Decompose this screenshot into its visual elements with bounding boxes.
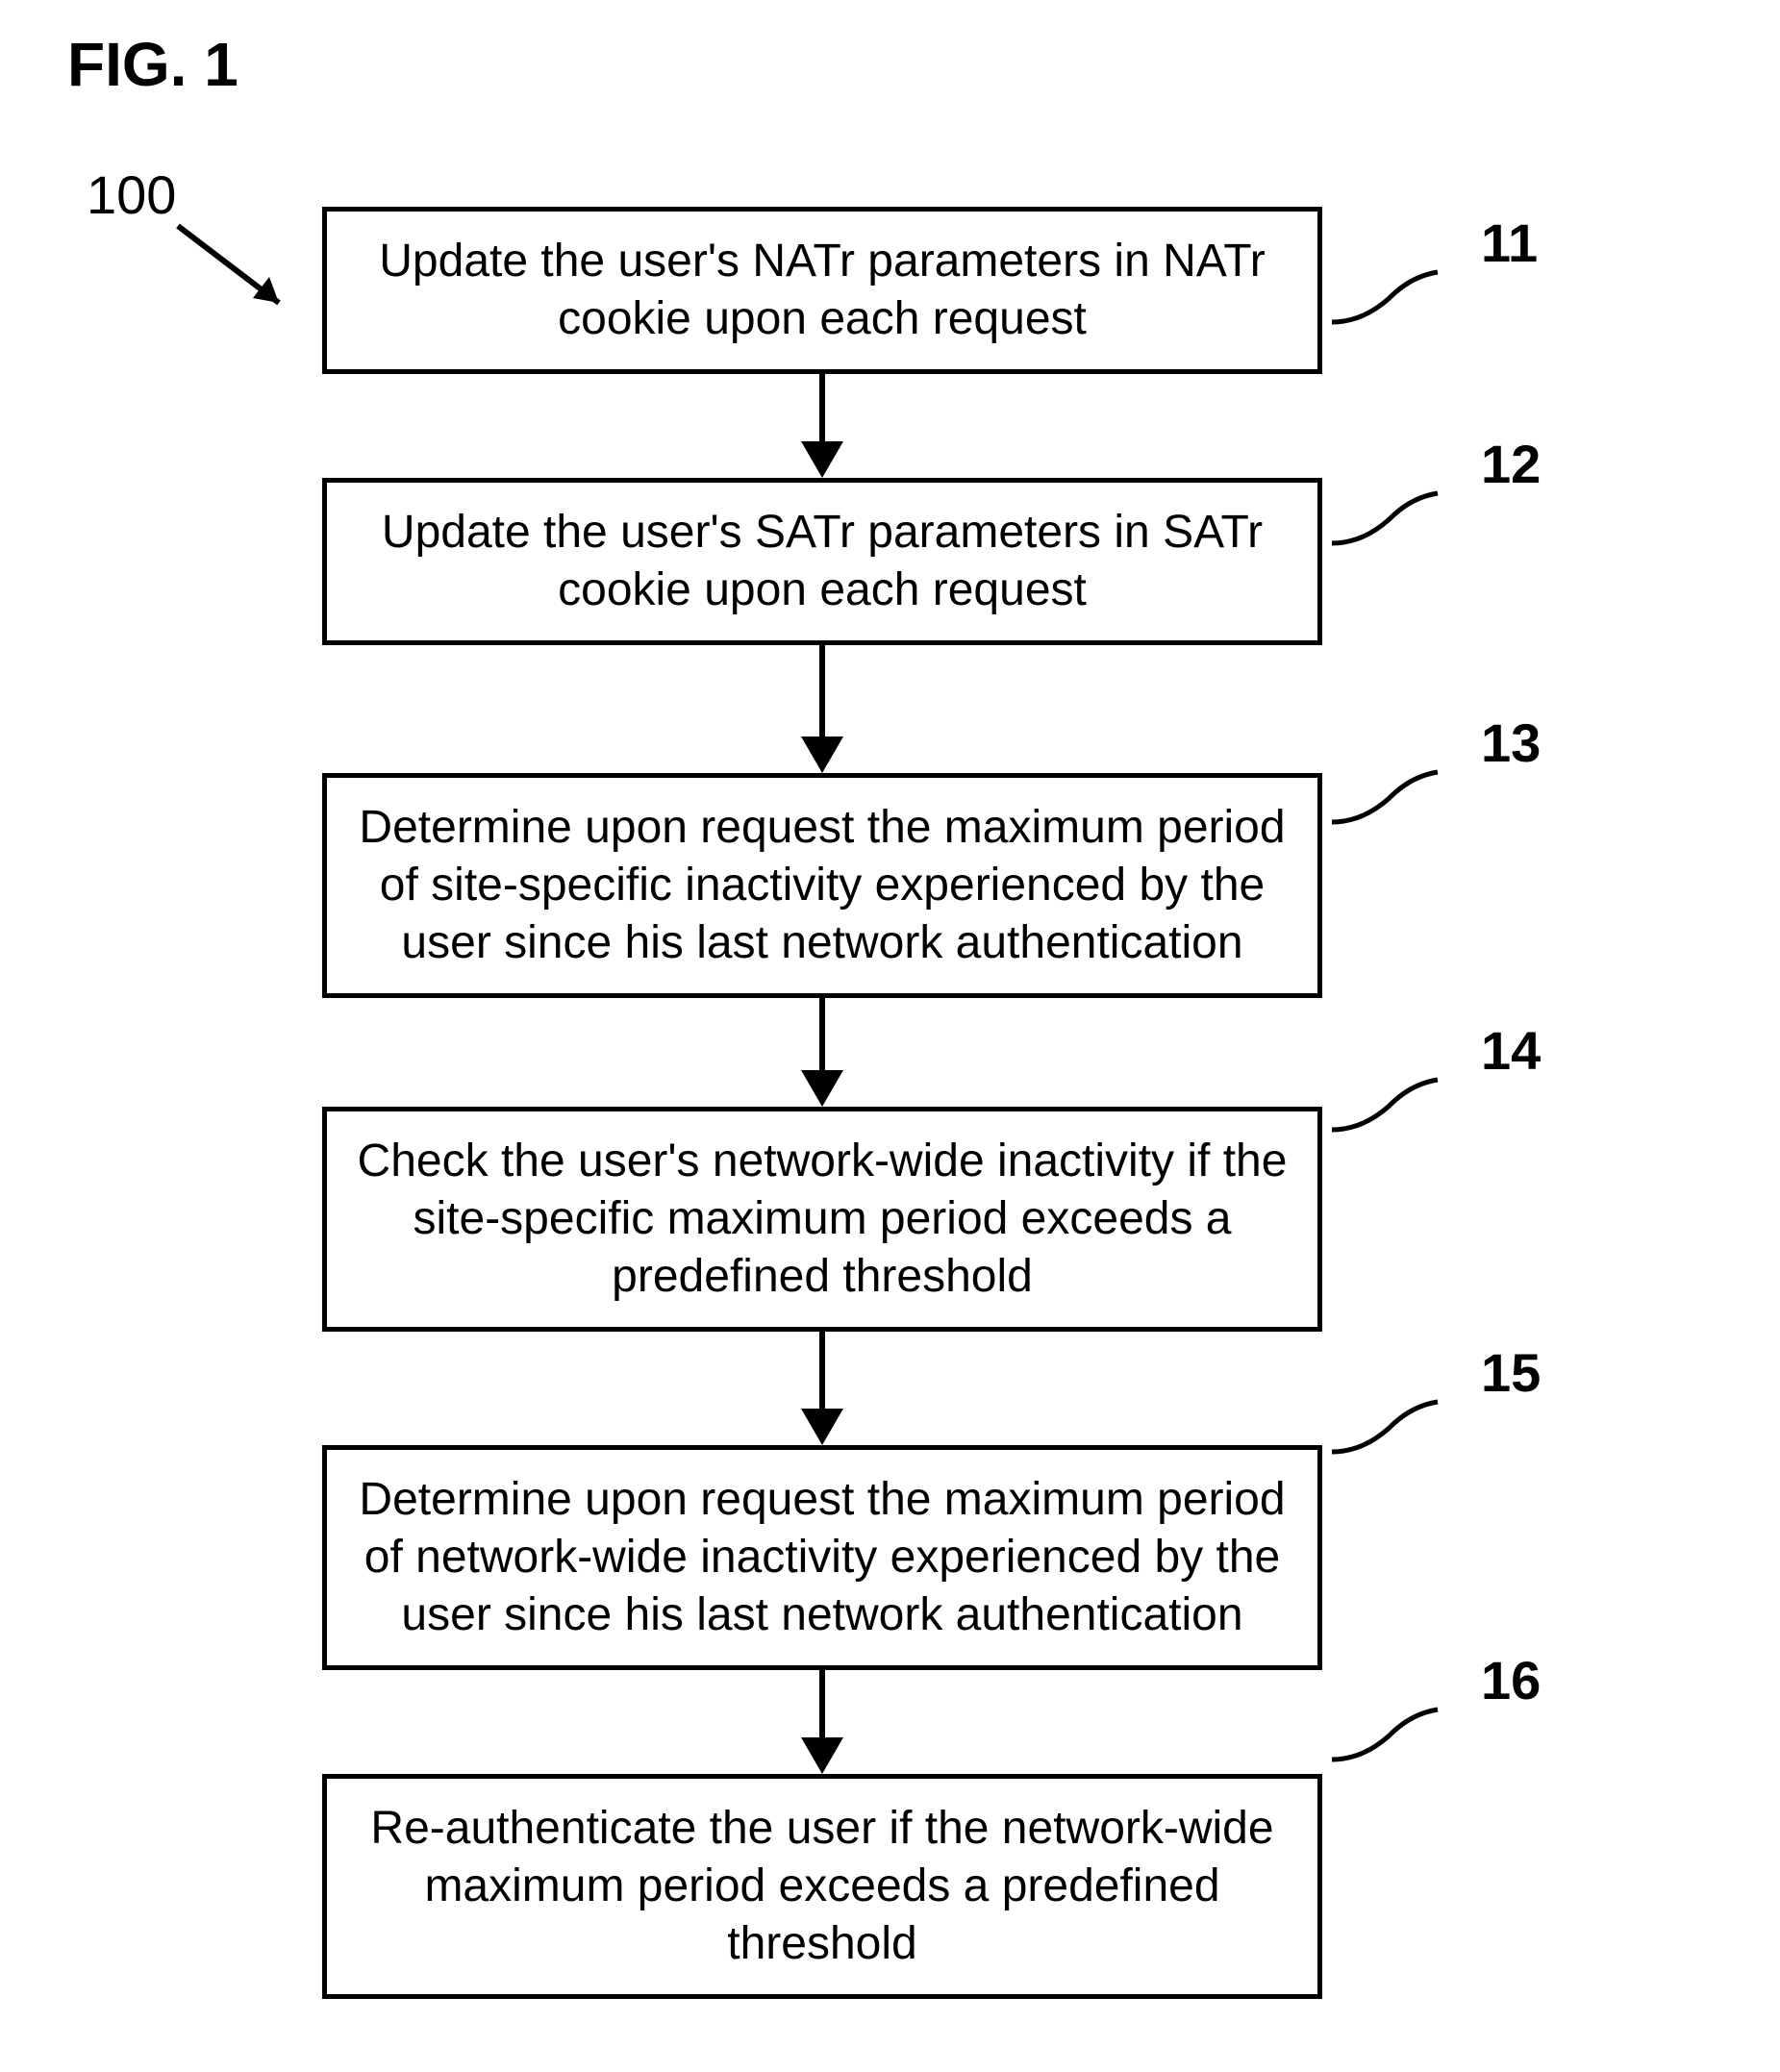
flow-arrow-icon (801, 1332, 843, 1445)
step-text: Check the user's network-wide inactivity… (356, 1133, 1289, 1306)
lead-line-icon (1327, 764, 1442, 832)
step-box-12: Update the user's SATr parameters in SAT… (322, 478, 1322, 645)
step-number-12: 12 (1481, 433, 1541, 495)
step-box-11: Update the user's NATr parameters in NAT… (322, 207, 1322, 374)
page: FIG. 1 100 Update the user's NATr parame… (0, 0, 1780, 2072)
lead-line-icon (1327, 1702, 1442, 1769)
step-text: Determine upon request the maximum perio… (356, 799, 1289, 972)
figure-label: FIG. 1 (67, 29, 238, 100)
flow-arrow-icon (801, 374, 843, 478)
step-box-14: Check the user's network-wide inactivity… (322, 1107, 1322, 1332)
flow-arrow-icon (801, 1670, 843, 1774)
lead-line-icon (1327, 1394, 1442, 1461)
reference-number-100: 100 (87, 163, 176, 226)
step-number-13: 13 (1481, 711, 1541, 774)
flow-arrow-icon (801, 645, 843, 773)
flow-arrow-icon (801, 998, 843, 1107)
step-text: Update the user's NATr parameters in NAT… (356, 233, 1289, 348)
lead-line-icon (1327, 1072, 1442, 1139)
step-text: Update the user's SATr parameters in SAT… (356, 504, 1289, 619)
step-number-11: 11 (1481, 212, 1538, 274)
step-box-15: Determine upon request the maximum perio… (322, 1445, 1322, 1670)
lead-line-icon (1327, 486, 1442, 553)
reference-arrow-icon (168, 216, 322, 341)
step-box-13: Determine upon request the maximum perio… (322, 773, 1322, 998)
step-box-16: Re-authenticate the user if the network-… (322, 1774, 1322, 1999)
step-number-15: 15 (1481, 1341, 1541, 1404)
step-text: Determine upon request the maximum perio… (356, 1471, 1289, 1644)
step-number-14: 14 (1481, 1019, 1541, 1082)
lead-line-icon (1327, 264, 1442, 332)
flowchart: Update the user's NATr parameters in NAT… (322, 207, 1322, 1999)
step-text: Re-authenticate the user if the network-… (356, 1800, 1289, 1973)
step-number-16: 16 (1481, 1649, 1541, 1711)
